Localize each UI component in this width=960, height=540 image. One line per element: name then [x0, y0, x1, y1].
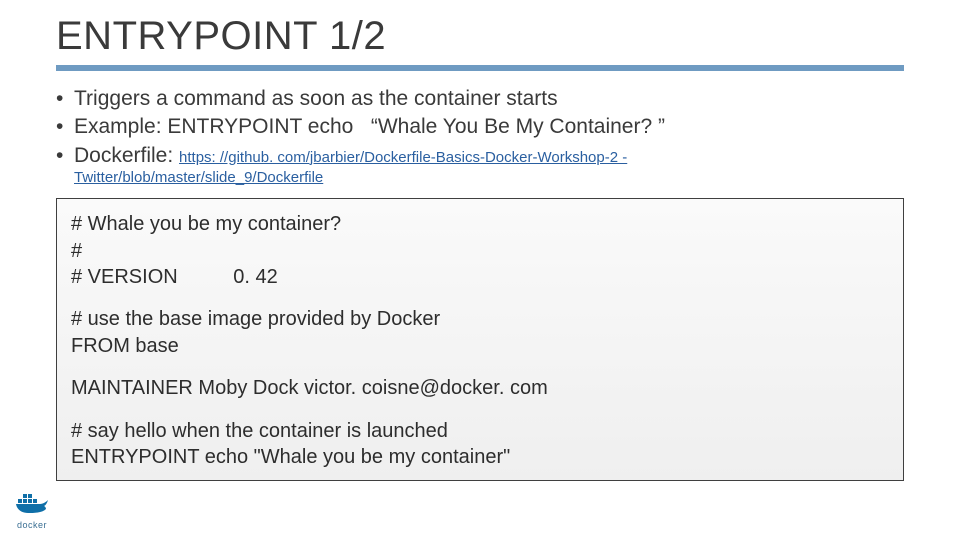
- bullet-text: Example: ENTRYPOINT echo “Whale You Be M…: [74, 113, 904, 141]
- bullet-dot-icon: •: [56, 142, 74, 170]
- bullet-text: Triggers a command as soon as the contai…: [74, 85, 904, 113]
- bullet-text: Dockerfile: https: //github. com/jbarbie…: [74, 142, 904, 170]
- docker-logo: docker: [12, 491, 52, 530]
- dockerfile-link-cont[interactable]: Twitter/blob/master/slide_9/Dockerfile: [74, 168, 904, 188]
- code-line: # VERSION 0. 42: [71, 264, 889, 290]
- code-line: FROM base: [71, 333, 889, 359]
- code-line: MAINTAINER Moby Dock victor. coisne@dock…: [71, 375, 889, 401]
- bullet-item: • Example: ENTRYPOINT echo “Whale You Be…: [56, 113, 904, 141]
- dockerfile-link[interactable]: https: //github. com/jbarbier/Dockerfile…: [179, 149, 627, 166]
- bullet-item: • Triggers a command as soon as the cont…: [56, 85, 904, 113]
- whale-icon: [14, 491, 50, 513]
- code-blank: [71, 359, 889, 375]
- title-rule: [56, 65, 904, 71]
- slide: ENTRYPOINT 1/2 • Triggers a command as s…: [0, 0, 960, 540]
- code-line: # use the base image provided by Docker: [71, 306, 889, 332]
- slide-title: ENTRYPOINT 1/2: [56, 14, 904, 59]
- code-line: ENTRYPOINT echo "Whale you be my contain…: [71, 444, 889, 470]
- code-line: #: [71, 238, 889, 264]
- bullet-label: Dockerfile:: [74, 144, 179, 167]
- docker-logo-text: docker: [12, 520, 52, 530]
- code-line: # Whale you be my container?: [71, 211, 889, 237]
- bullet-dot-icon: •: [56, 113, 74, 141]
- code-blank: [71, 290, 889, 306]
- code-box: # Whale you be my container? # # VERSION…: [56, 198, 904, 481]
- code-line: # say hello when the container is launch…: [71, 418, 889, 444]
- bullet-item: • Dockerfile: https: //github. com/jbarb…: [56, 142, 904, 170]
- bullet-list: • Triggers a command as soon as the cont…: [56, 85, 904, 188]
- bullet-dot-icon: •: [56, 85, 74, 113]
- code-blank: [71, 402, 889, 418]
